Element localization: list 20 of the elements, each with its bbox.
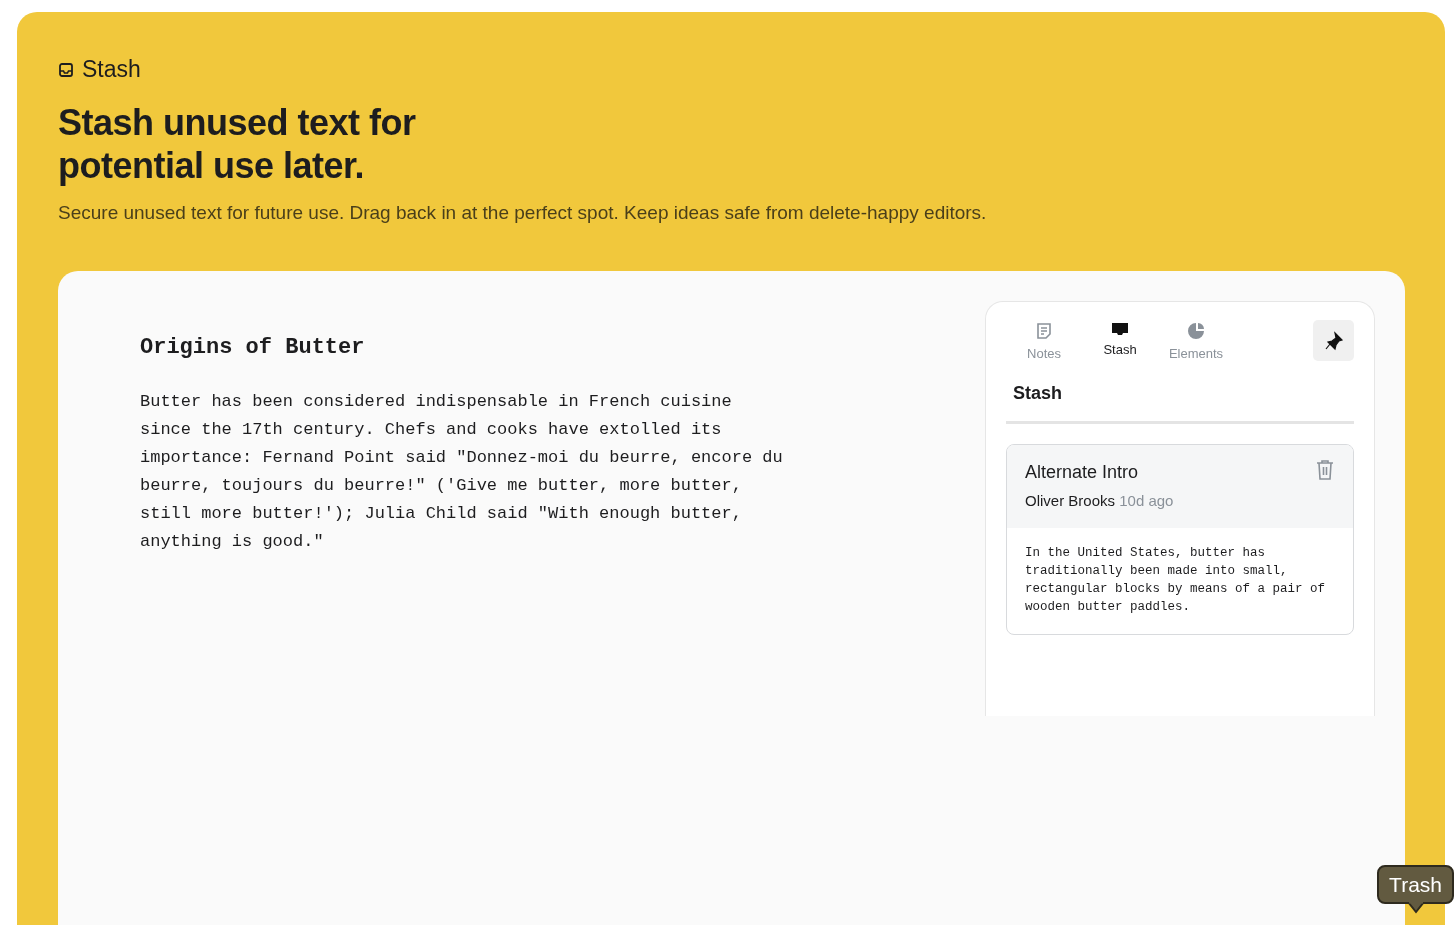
card-text: In the United States, butter has traditionally been made into small, rectangular blocks by means of a pair of wooden butter paddles. <box>1024 545 1327 617</box>
tooltip: Trash <box>1377 864 1454 904</box>
trash-icon[interactable] <box>1315 458 1335 481</box>
sidebar-tab[interactable]: Stash <box>1082 320 1158 366</box>
subtitle: Secure unused text for future use. Drag back in at the perfect spot. Keep ideas safe from delete-happy editors. <box>58 200 988 225</box>
panel-title: Stash <box>1006 365 1354 424</box>
pie-icon <box>1187 322 1205 341</box>
note-icon <box>1036 322 1052 341</box>
stash-card[interactable]: Alternate Intro Oliver Brooks 10d ago In the United States, butter has traditionally been made into small, rectangular blocks by means of a pair of wooden butter paddles. <box>1006 443 1354 636</box>
card-byline: Oliver Brooks 10d ago <box>1025 490 1174 511</box>
tooltip-pointer-icon <box>1407 902 1424 914</box>
section-label: Stash <box>82 55 141 84</box>
tray-icon <box>1112 322 1128 337</box>
pin-icon <box>1323 330 1344 351</box>
document-paragraph: Butter has been considered indispensable in French cuisine since the 17th century. Chefs and cooks have extolled its importance: Fernand Point said "Donnez-moi du beurre, encore du beurre, toujours du beurre!" ('Give me butter, more butter, still more butter!'); Julia Child said "With enough butter, anything is good." <box>140 391 784 554</box>
inbox-icon <box>58 62 74 78</box>
pin-button[interactable] <box>1313 320 1354 362</box>
headline: Stash unused text for potential use later. <box>58 100 417 187</box>
card-title: Alternate Intro <box>1025 460 1140 484</box>
document-heading: Origins of Butter <box>140 334 366 363</box>
